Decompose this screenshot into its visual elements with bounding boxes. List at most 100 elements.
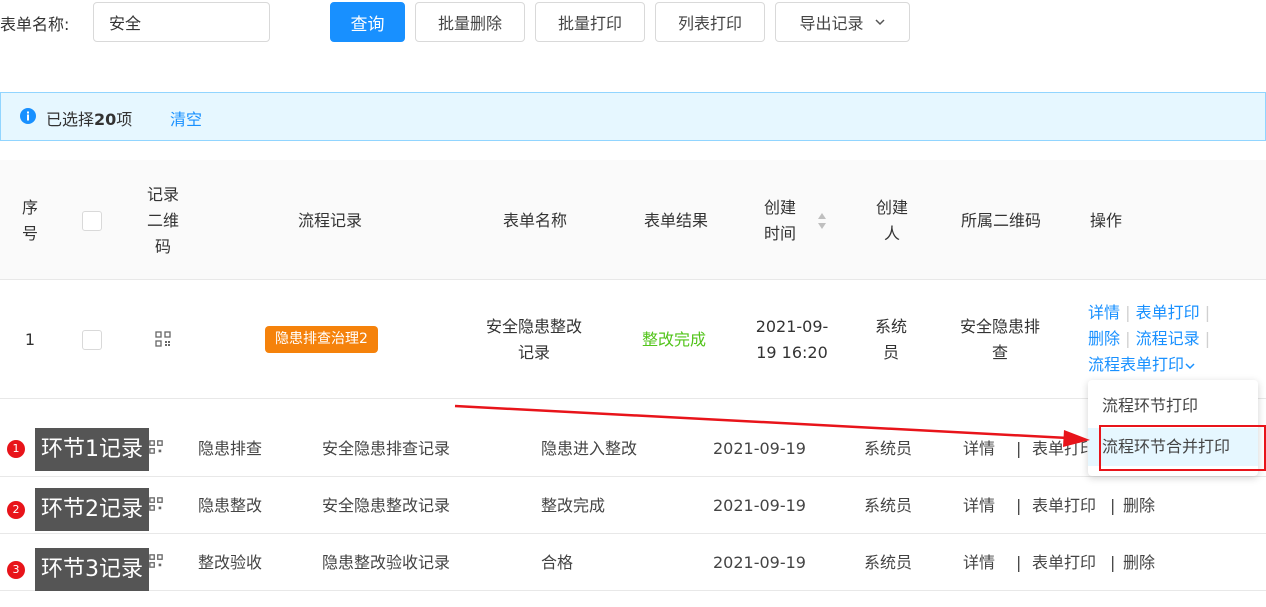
batch-delete-button[interactable]: 批量删除	[415, 2, 525, 42]
table-header: 序 号 记录 二维 码 流程记录 表单名称 表单结果 创建 时间 创建 人 所属…	[0, 160, 1266, 280]
separator: |	[1110, 553, 1116, 572]
header-created-line1: 创建	[763, 198, 796, 217]
header-created-time[interactable]: 创建 时间	[757, 195, 803, 247]
row-creator-line2: 员	[882, 343, 899, 362]
sub-date: 2021-09-19	[713, 496, 806, 515]
sub-delete-link[interactable]: 删除	[1123, 534, 1155, 591]
sub-creator: 系统员	[864, 496, 913, 515]
header-index: 序 号	[18, 195, 42, 247]
list-print-button[interactable]: 列表打印	[655, 2, 765, 42]
flow-record-link[interactable]: 流程记录	[1136, 329, 1200, 348]
header-actions: 操作	[1089, 211, 1122, 230]
header-form-result: 表单结果	[643, 211, 708, 230]
export-dropdown-button[interactable]: 导出记录	[775, 2, 910, 42]
sub-form: 安全隐患排查记录	[322, 439, 451, 458]
selection-prefix: 已选择	[46, 110, 95, 129]
sub-creator: 系统员	[864, 553, 913, 572]
header-index-line1: 序	[21, 198, 38, 217]
header-qrcode-line2: 二维	[146, 211, 179, 230]
step-tip: 环节2记录	[35, 488, 149, 531]
sub-node: 整改验收	[198, 553, 263, 572]
header-belong-qr: 所属二维码	[960, 211, 1041, 230]
separator: |	[1204, 329, 1211, 348]
header-qrcode: 记录 二维 码	[140, 182, 186, 260]
delete-link[interactable]: 删除	[1088, 329, 1120, 348]
separator: |	[1125, 329, 1136, 348]
separator: |	[1016, 496, 1022, 515]
sub-detail-link[interactable]: 详情	[963, 477, 995, 534]
row-form-name: 安全隐患整改 记录	[474, 314, 594, 366]
form-name-label: 表单名称:	[0, 15, 70, 34]
query-button[interactable]: 查询	[330, 2, 405, 42]
qrcode-icon[interactable]	[149, 497, 163, 511]
flow-tag[interactable]: 隐患排查治理2	[265, 326, 378, 353]
step-tip: 环节3记录	[35, 548, 149, 591]
step-badge: 3	[7, 561, 25, 579]
sub-result: 隐患进入整改	[541, 439, 638, 458]
form-print-link[interactable]: 表单打印	[1136, 303, 1200, 322]
sub-form: 隐患整改验收记录	[322, 553, 451, 572]
flow-form-print-link[interactable]: 流程表单打印	[1088, 355, 1184, 374]
sub-node: 隐患排查	[198, 439, 263, 458]
sub-form-print-link[interactable]: 表单打印	[1032, 477, 1096, 534]
selection-suffix: 项	[116, 110, 133, 129]
step-badge: 2	[7, 501, 25, 519]
header-form-name: 表单名称	[502, 211, 567, 230]
row-created-line2: 19 16:20	[756, 343, 828, 362]
chevron-down-icon	[874, 19, 885, 26]
step-badge: 1	[7, 440, 25, 458]
header-creator: 创建 人	[869, 195, 915, 247]
chevron-down-icon[interactable]	[1184, 361, 1196, 371]
header-created-line2: 时间	[763, 224, 796, 243]
row-index: 1	[24, 330, 36, 349]
sub-form-print-link[interactable]: 表单打印	[1032, 534, 1096, 591]
qrcode-icon[interactable]	[155, 331, 171, 347]
row-created-time: 2021-09- 19 16:20	[750, 314, 834, 366]
qrcode-icon[interactable]	[149, 554, 163, 568]
sub-result: 合格	[541, 553, 574, 572]
separator: |	[1204, 303, 1211, 322]
menu-item-node-print[interactable]: 流程环节打印	[1088, 387, 1258, 425]
row-creator: 系统 员	[868, 314, 914, 366]
header-creator-line1: 创建	[875, 198, 908, 217]
sub-row: 隐患排查 安全隐患排查记录 隐患进入整改 2021-09-19 系统员 详情 |…	[0, 420, 1266, 477]
row-belong-qr-line1: 安全隐患排	[959, 317, 1040, 336]
row-actions: 详情 | 表单打印 | 删除 | 流程记录 | 流程表单打印	[1088, 300, 1210, 378]
selection-count: 20	[94, 110, 117, 129]
sub-date: 2021-09-19	[713, 439, 806, 458]
sub-result: 整改完成	[541, 496, 606, 515]
row-creator-line1: 系统	[874, 317, 907, 336]
step-tip: 环节1记录	[35, 428, 149, 471]
header-creator-line2: 人	[883, 224, 900, 243]
sort-icon[interactable]	[817, 212, 827, 230]
row-form-name-line2: 记录	[517, 343, 550, 362]
separator: |	[1016, 553, 1022, 572]
selection-text: 已选择20项	[46, 106, 132, 130]
qrcode-icon[interactable]	[149, 440, 163, 454]
sub-row: 整改验收 隐患整改验收记录 合格 2021-09-19 系统员 详情 | 表单打…	[0, 534, 1266, 591]
batch-print-button[interactable]: 批量打印	[535, 2, 645, 42]
row-belong-qr-line2: 查	[991, 343, 1008, 362]
sub-row: 隐患整改 安全隐患整改记录 整改完成 2021-09-19 系统员 详情 | 表…	[0, 477, 1266, 534]
row-form-name-line1: 安全隐患整改	[485, 317, 582, 336]
row-belong-qr: 安全隐患排 查	[950, 314, 1050, 366]
info-icon	[20, 108, 36, 124]
row-result: 整改完成	[641, 330, 706, 349]
separator: |	[1016, 439, 1022, 458]
sub-form-print-link[interactable]: 表单打印	[1032, 420, 1096, 477]
sub-detail-link[interactable]: 详情	[963, 534, 995, 591]
header-flow: 流程记录	[297, 211, 362, 230]
row-checkbox[interactable]	[82, 330, 102, 350]
sub-date: 2021-09-19	[713, 553, 806, 572]
clear-selection-link[interactable]: 清空	[170, 106, 202, 130]
form-name-input[interactable]	[93, 2, 270, 42]
row-created-line1: 2021-09-	[755, 317, 829, 336]
sub-creator: 系统员	[864, 439, 913, 458]
detail-link[interactable]: 详情	[1088, 303, 1120, 322]
table-row	[0, 280, 1266, 399]
header-index-line2: 号	[21, 224, 38, 243]
select-all-checkbox[interactable]	[82, 211, 102, 231]
sub-detail-link[interactable]: 详情	[963, 420, 995, 477]
sub-delete-link[interactable]: 删除	[1123, 477, 1155, 534]
sub-form: 安全隐患整改记录	[322, 496, 451, 515]
